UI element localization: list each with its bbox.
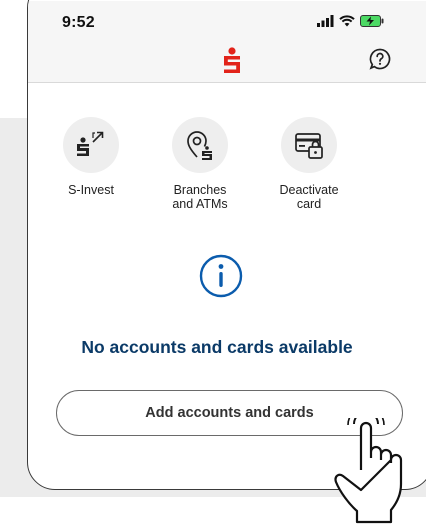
- sparkasse-logo: [224, 47, 240, 73]
- deactivate-card-circle: [281, 117, 337, 173]
- s-invest-circle: [63, 117, 119, 173]
- quick-action-label: S-Invest: [68, 183, 114, 197]
- status-time: 9:52: [62, 14, 95, 31]
- phone-frame: 9:52 S-Invest Branches and ATMs Deactiva…: [27, 0, 426, 490]
- help-button[interactable]: [368, 47, 392, 71]
- s-invest-icon: [77, 131, 104, 156]
- battery-charging-icon: [360, 15, 384, 27]
- quick-action-s-invest[interactable]: S-Invest: [46, 117, 136, 197]
- app-header: [28, 43, 426, 83]
- help-icon: [369, 48, 391, 70]
- location-pin-icon: [187, 131, 212, 160]
- quick-action-branches[interactable]: Branches and ATMs: [155, 117, 245, 211]
- add-accounts-label: Add accounts and cards: [145, 405, 314, 421]
- quick-action-label: Deactivate card: [279, 183, 339, 211]
- quick-action-label: Branches and ATMs: [172, 183, 228, 211]
- empty-state-message: No accounts and cards available: [81, 337, 353, 357]
- status-icons: [317, 15, 384, 27]
- signal-icon: [317, 15, 334, 27]
- card-lock-icon: [295, 133, 323, 159]
- status-bar: 9:52: [28, 1, 426, 43]
- branches-circle: [172, 117, 228, 173]
- info-icon: [199, 254, 243, 298]
- tap-hand-icon: [334, 418, 403, 524]
- wifi-icon: [339, 15, 355, 27]
- quick-action-deactivate-card[interactable]: Deactivate card: [264, 117, 354, 211]
